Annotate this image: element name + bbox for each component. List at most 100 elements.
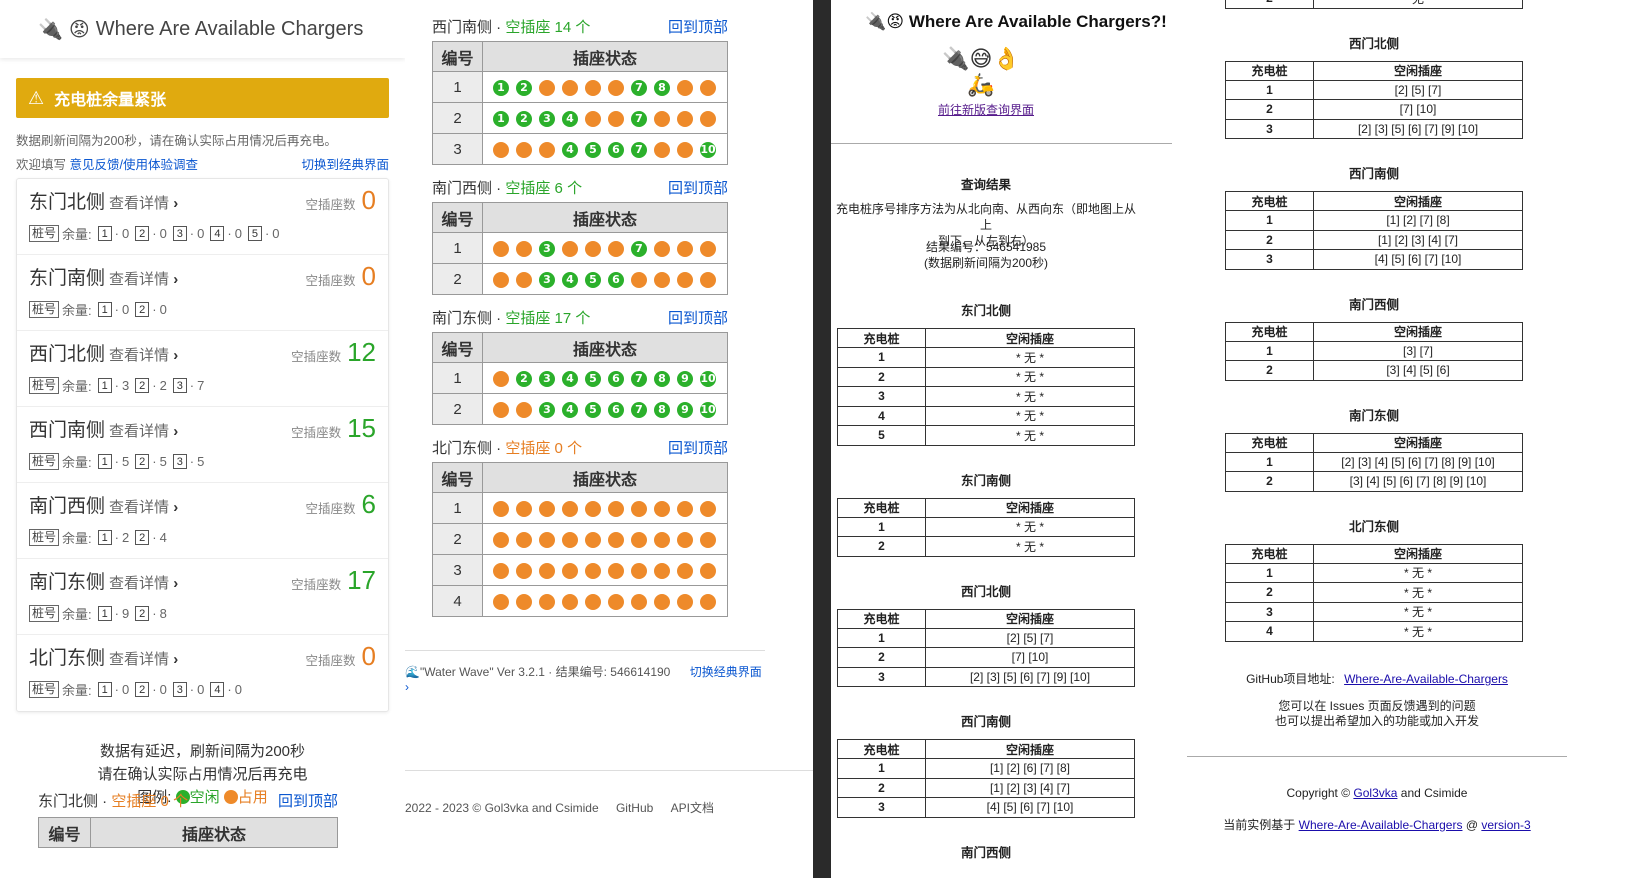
pile-remaining-row: 桩号 余量: 1 · 0 2 · 0 bbox=[29, 300, 376, 319]
socket-busy-icon bbox=[562, 562, 578, 579]
col-pile: 充电桩 bbox=[1225, 432, 1314, 453]
back-top-link[interactable]: 回到顶部 bbox=[278, 790, 338, 811]
free-sockets: [1] [2] [3] [4] [7] bbox=[925, 777, 1135, 798]
separator-dot: · bbox=[152, 226, 157, 241]
view-detail-link[interactable]: 查看详情 › bbox=[109, 195, 178, 212]
socket-busy-icon bbox=[654, 271, 670, 288]
socket-table: 编号 插座状态 1 3 7 2 3 4 5 6 bbox=[432, 202, 728, 295]
classic-section-title: 东门北侧 bbox=[960, 304, 1011, 318]
free-sockets: [3] [4] [5] [6] [7] [8] [9] [10] bbox=[1313, 471, 1523, 492]
separator-dot: · bbox=[152, 378, 157, 393]
free-label: 空插座数 bbox=[305, 198, 356, 212]
back-top-link[interactable]: 回到顶部 bbox=[668, 307, 728, 328]
remain-label: 余量: bbox=[62, 683, 92, 698]
classic-row: 1 * 无 * bbox=[837, 347, 1135, 368]
pile-number: 3 bbox=[1225, 118, 1314, 139]
switch-classic-link[interactable]: 切换到经典界面 bbox=[301, 154, 389, 173]
col-free: 空闲插座 bbox=[1313, 432, 1523, 453]
based-at: @ bbox=[1465, 818, 1479, 832]
view-detail-link[interactable]: 查看详情 › bbox=[109, 347, 178, 364]
socket-row: 2 3 4 5 6 7 8 9 10 bbox=[432, 393, 728, 425]
chevron-right-icon: › bbox=[169, 423, 179, 440]
github-label: GitHub项目地址: bbox=[1246, 672, 1335, 686]
view-detail-link[interactable]: 查看详情 › bbox=[109, 499, 178, 516]
result-info: 结果编号：546541985 (数据刷新间隔为200秒) bbox=[831, 239, 1141, 271]
socket-busy-icon bbox=[631, 531, 647, 548]
socket-free-icon: 5 bbox=[585, 370, 601, 387]
pile-remaining: 0 bbox=[159, 682, 167, 697]
pile-number: 2 bbox=[135, 302, 150, 317]
version-footer: 🌊"Water Wave" Ver 3.2.1 · 结果编号: 54661419… bbox=[405, 650, 765, 694]
header-no: 编号 bbox=[432, 462, 483, 493]
free-label: 空插座数 bbox=[291, 578, 342, 592]
api-docs-link[interactable]: API文档 bbox=[671, 801, 714, 815]
station-card[interactable]: 西门南侧 查看详情 › 空插座数 15 桩号 余量: 1 · 5 2 · 5 3 · 5 bbox=[17, 407, 388, 483]
socket-status-cell: 3 4 5 6 7 8 9 10 bbox=[482, 393, 728, 425]
chevron-right-icon: › bbox=[169, 271, 179, 288]
github-link[interactable]: GitHub bbox=[616, 801, 653, 815]
app-title: Where Are Available Chargers bbox=[95, 17, 364, 40]
socket-busy-icon bbox=[700, 562, 716, 579]
detail-label: 查看详情 bbox=[109, 423, 170, 440]
station-card[interactable]: 东门北侧 查看详情 › 空插座数 0 桩号 余量: 1 · 0 2 · 0 3 · 0 4 · 0 5 · 0 bbox=[17, 179, 388, 255]
header-status: 插座状态 bbox=[482, 41, 728, 72]
socket-free-icon: 9 bbox=[677, 370, 693, 387]
free-label: 空插座数 bbox=[305, 502, 356, 516]
classic-title-text: Where Are Available Chargers?! bbox=[908, 12, 1167, 31]
back-top-link[interactable]: 回到顶部 bbox=[668, 16, 728, 37]
header-no: 编号 bbox=[432, 202, 483, 233]
socket-busy-icon bbox=[539, 593, 555, 610]
copyright-prefix: Copyright © bbox=[1286, 786, 1351, 800]
github-project-link[interactable]: Where-Are-Available-Chargers bbox=[1344, 672, 1508, 686]
classic-row: 2* 无 * bbox=[837, 536, 1135, 557]
socket-busy-icon bbox=[608, 110, 624, 127]
back-top-link[interactable]: 回到顶部 bbox=[668, 437, 728, 458]
socket-busy-icon bbox=[654, 562, 670, 579]
free-sockets: [2] [5] [7] bbox=[925, 627, 1135, 648]
col-free: 空闲插座 bbox=[1313, 543, 1523, 564]
free-suffix: 个 bbox=[173, 793, 189, 810]
classic-row: 2 [7] [10] bbox=[1225, 99, 1523, 120]
socket-busy-icon bbox=[539, 531, 555, 548]
based-repo-link[interactable]: Where-Are-Available-Chargers bbox=[1299, 818, 1463, 832]
socket-busy-icon bbox=[585, 240, 601, 257]
new-ui-link[interactable]: 前往新版查询界面 bbox=[831, 101, 1141, 118]
separator-dot: · bbox=[264, 226, 270, 241]
station-card[interactable]: 北门东侧 查看详情 › 空插座数 0 桩号 余量: 1 · 0 2 · 0 3 · 0 4 · 0 bbox=[17, 635, 388, 711]
socket-status-cell: 3456 bbox=[482, 263, 728, 295]
view-detail-link[interactable]: 查看详情 › bbox=[109, 271, 178, 288]
free-sockets: [4] [5] [6] [7] [10] bbox=[1313, 249, 1523, 270]
based-prefix: 当前实例基于 bbox=[1223, 818, 1296, 832]
version-link[interactable]: version-3 bbox=[1481, 818, 1530, 832]
station-card[interactable]: 南门东侧 查看详情 › 空插座数 17 桩号 余量: 1 · 9 2 · 8 bbox=[17, 559, 388, 635]
back-top-link[interactable]: 回到顶部 bbox=[668, 177, 728, 198]
socket-row: 3 4 5 6 7 10 bbox=[432, 133, 728, 165]
socket-free-icon: 6 bbox=[608, 370, 624, 387]
classic-section: 南门西侧 充电桩 空闲插座 1 [3] [7] 2 [3] [4] [5] [6] bbox=[1225, 294, 1523, 381]
free-sockets: [2] [5] [7] bbox=[1313, 79, 1523, 100]
station-card[interactable]: 南门西侧 查看详情 › 空插座数 6 桩号 余量: 1 · 2 2 · 4 bbox=[17, 483, 388, 559]
view-detail-link[interactable]: 查看详情 › bbox=[109, 575, 178, 592]
feedback-link[interactable]: 意见反馈/使用体验调查 bbox=[70, 158, 198, 172]
socket-busy-icon bbox=[493, 593, 509, 610]
free-sockets: * 无 * bbox=[925, 516, 1135, 537]
socket-busy-icon bbox=[608, 500, 624, 517]
classic-row: 3 * 无 * bbox=[837, 386, 1135, 407]
view-detail-link[interactable]: 查看详情 › bbox=[109, 651, 178, 668]
classic-section-title: 东门南侧 bbox=[960, 473, 1011, 488]
view-detail-link[interactable]: 查看详情 › bbox=[109, 423, 178, 440]
socket-busy-icon bbox=[654, 531, 670, 548]
author-link[interactable]: Gol3vka bbox=[1353, 786, 1397, 800]
pile-tag: 桩号 bbox=[29, 529, 60, 546]
station-card[interactable]: 东门南侧 查看详情 › 空插座数 0 桩号 余量: 1 · 0 2 · 0 bbox=[17, 255, 388, 331]
socket-row: 137 bbox=[432, 232, 728, 264]
free-count-box: 空插座数 17 bbox=[291, 565, 376, 596]
free-count: 0 bbox=[160, 793, 169, 810]
station-card[interactable]: 西门北侧 查看详情 › 空插座数 12 桩号 余量: 1 · 3 2 · 2 3 · 7 bbox=[17, 331, 388, 407]
remain-label: 余量: bbox=[62, 607, 92, 622]
free-sockets: * 无 * bbox=[925, 536, 1135, 557]
pile-number: 1 bbox=[432, 232, 483, 264]
socket-busy-icon bbox=[677, 593, 693, 610]
socket-busy-icon bbox=[585, 593, 601, 610]
socket-status-cell bbox=[482, 523, 728, 555]
